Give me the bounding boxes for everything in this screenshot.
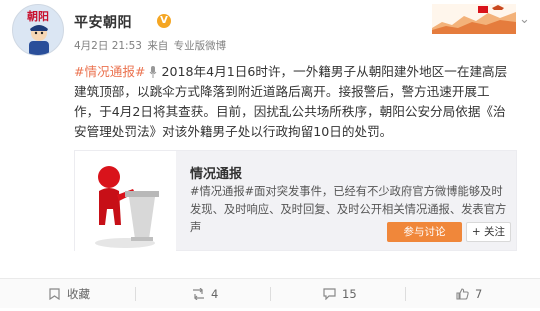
weibo-post-card: 朝阳 平安朝阳 V 4月2日 21:53 来自 专业版微博 ⌄ #情况通报# 20… — [0, 0, 540, 311]
comment-count: 15 — [342, 287, 357, 301]
comment-button[interactable]: 15 — [323, 279, 357, 309]
follow-button[interactable]: + 关注 — [466, 222, 511, 242]
bookmark-icon — [49, 288, 60, 300]
action-divider — [135, 287, 136, 301]
topic-description: #情况通报#面对突发事件，已经有不少政府官方微博能够及时发现、及时响应、及时回复… — [190, 185, 507, 234]
post-time[interactable]: 4月2日 21:53 — [74, 40, 142, 52]
police-cartoon-icon — [29, 25, 49, 55]
repost-count: 4 — [211, 287, 219, 301]
great-wall-banner-icon — [432, 4, 516, 34]
like-count: 7 — [475, 287, 483, 301]
avatar[interactable]: 朝阳 — [12, 4, 64, 56]
post-source[interactable]: 专业版微博 — [174, 40, 227, 52]
post-author[interactable]: 平安朝阳 — [74, 12, 132, 32]
post-source-prefix: 来自 — [147, 40, 169, 52]
post-content: #情况通报# 2018年4月1日6时许，一外籍男子从朝阳建外地区一在建高层建筑顶部… — [74, 62, 514, 142]
thumbs-up-icon — [456, 288, 469, 300]
repost-icon — [193, 288, 204, 300]
post-actions-bar: 收藏 4 15 7 — [0, 278, 540, 308]
post-meta: 4月2日 21:53 来自 专业版微博 — [74, 38, 228, 53]
microphone-icon — [150, 66, 157, 78]
join-discussion-button[interactable]: 参与讨论 — [387, 222, 462, 242]
verified-badge-icon: V — [157, 14, 171, 28]
red-figure-podium-icon — [95, 166, 159, 248]
favorite-label: 收藏 — [67, 287, 90, 301]
topic-thumbnail — [75, 151, 176, 252]
shared-topic-card[interactable]: 情况通报 #情况通报#面对突发事件，已经有不少政府官方微博能够及时发现、及时响应… — [74, 150, 517, 252]
action-divider — [405, 287, 406, 301]
topic-title[interactable]: 情况通报 — [190, 163, 242, 182]
chevron-down-icon[interactable]: ⌄ — [519, 12, 530, 27]
comment-icon — [323, 288, 336, 300]
favorite-button[interactable]: 收藏 — [48, 279, 90, 309]
repost-button[interactable]: 4 — [192, 279, 218, 309]
like-button[interactable]: 7 — [456, 279, 482, 309]
action-divider — [270, 287, 271, 301]
post-hashtag[interactable]: #情况通报# — [74, 64, 145, 79]
